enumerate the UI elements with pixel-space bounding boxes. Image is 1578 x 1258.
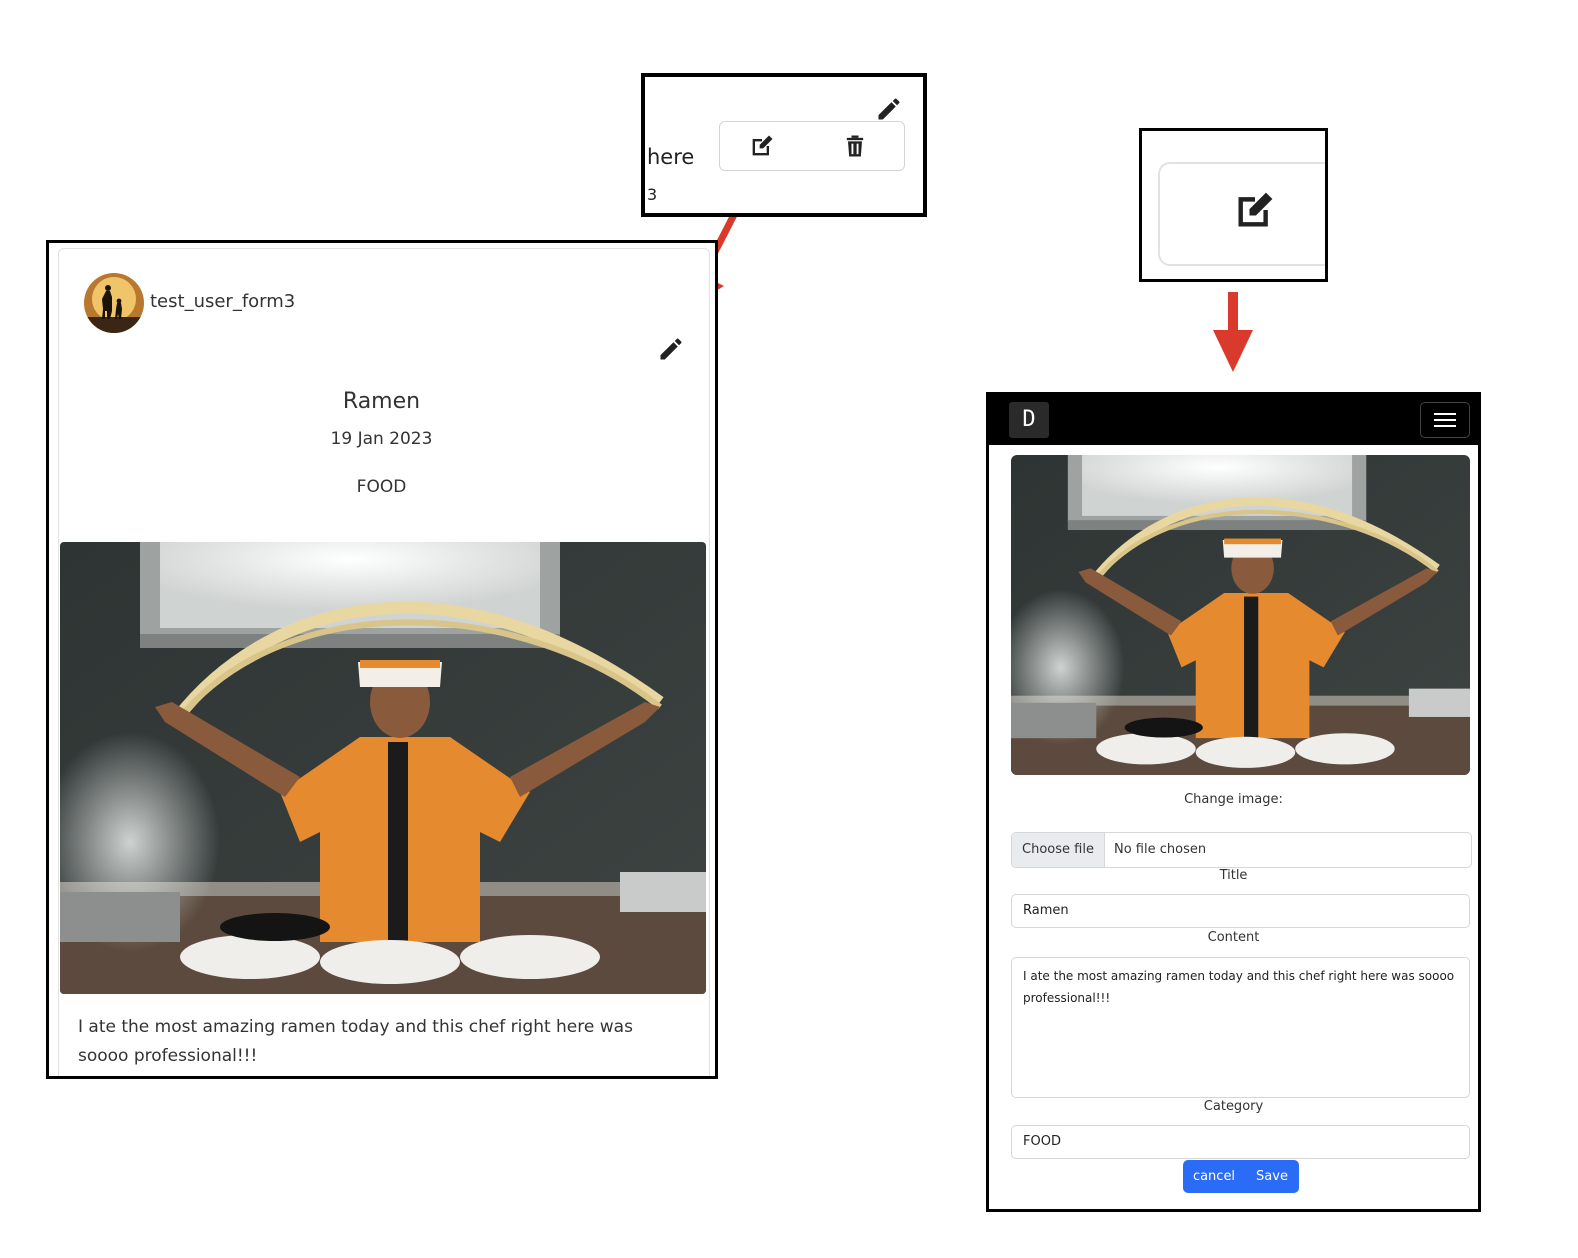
choose-file-button[interactable]: Choose file	[1012, 833, 1105, 867]
edit-post-form-screenshot: D Change image: Choose file No file chos…	[986, 392, 1481, 1212]
post-image	[60, 542, 706, 994]
content-label: Content	[1207, 930, 1260, 945]
change-image-label: Change image:	[1184, 792, 1283, 807]
post-date: 19 Jan 2023	[330, 429, 433, 449]
cropped-text-fragment: here	[647, 145, 695, 169]
trash-icon[interactable]	[841, 132, 869, 160]
username[interactable]: test_user_form3	[150, 291, 295, 312]
post-card-screenshot: test_user_form3 Ramen 19 Jan 2023 FOOD I…	[46, 240, 718, 1079]
hamburger-icon	[1434, 419, 1456, 421]
category-input[interactable]: FOOD	[1011, 1125, 1470, 1159]
post-title: Ramen	[342, 389, 421, 414]
content-textarea[interactable]: I ate the most amazing ramen today and t…	[1011, 957, 1470, 1098]
hamburger-icon	[1434, 413, 1456, 415]
edit-button-zoomed[interactable]	[1158, 162, 1325, 266]
save-button[interactable]: Save	[1245, 1160, 1299, 1193]
arrow-vertical-head	[1213, 330, 1253, 372]
edit-icon[interactable]	[748, 132, 776, 160]
zoom-crop-actions: here 3	[641, 73, 927, 217]
navbar-toggler[interactable]	[1420, 402, 1470, 438]
post-card: test_user_form3 Ramen 19 Jan 2023 FOOD I…	[58, 248, 710, 1076]
cropped-digit-fragment: 3	[647, 185, 658, 204]
brand-logo-text: D	[1022, 407, 1036, 432]
edit-icon	[1238, 192, 1273, 227]
pencil-icon[interactable]	[875, 95, 903, 123]
hamburger-icon	[1434, 425, 1456, 427]
title-label: Title	[1219, 868, 1248, 883]
zoom-crop-edit-button	[1139, 128, 1328, 282]
cancel-button[interactable]: cancel	[1183, 1160, 1245, 1193]
navbar: D	[989, 395, 1478, 445]
pencil-icon[interactable]	[657, 335, 685, 363]
title-input[interactable]: Ramen	[1011, 894, 1470, 928]
current-post-image	[1011, 455, 1470, 775]
post-content: I ate the most amazing ramen today and t…	[78, 1017, 633, 1066]
file-input[interactable]: Choose file No file chosen	[1011, 832, 1472, 868]
avatar[interactable]	[84, 273, 144, 333]
category-label: Category	[1203, 1099, 1264, 1114]
post-actions-dropdown	[719, 121, 905, 171]
post-category: FOOD	[356, 477, 407, 497]
file-status-text: No file chosen	[1114, 842, 1207, 857]
brand-logo[interactable]: D	[1009, 402, 1049, 438]
